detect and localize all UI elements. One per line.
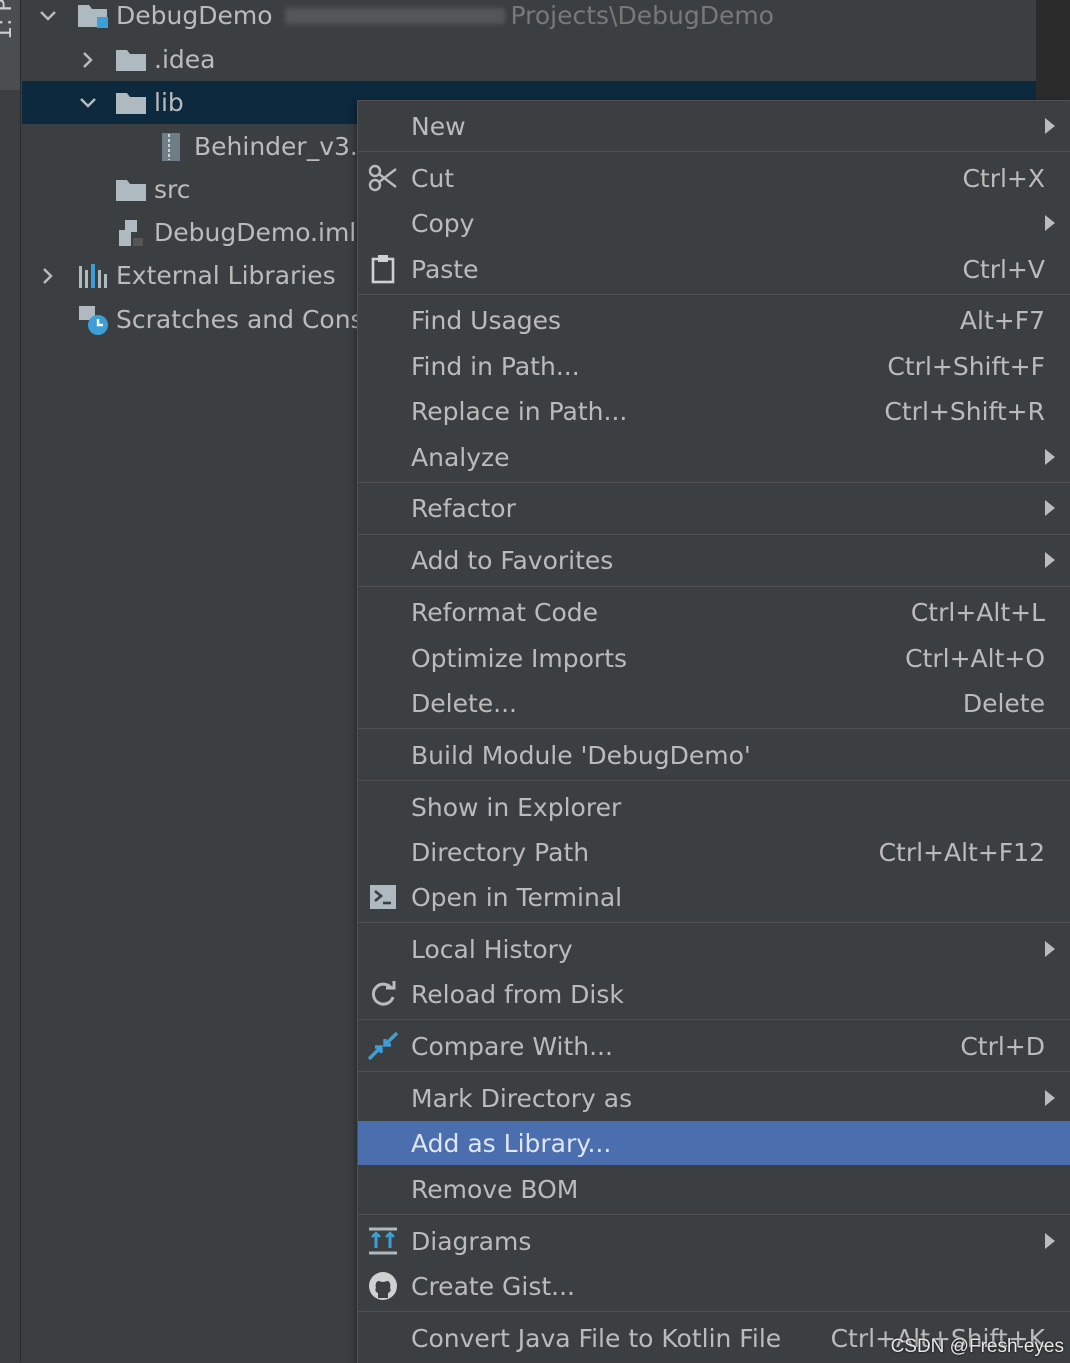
menu-item-optimize-imports[interactable]: Optimize Imports Ctrl+Alt+O [358,636,1070,680]
menu-shortcut: Delete [962,688,1045,718]
menu-item-mark-directory-as[interactable]: Mark Directory as [358,1076,1070,1120]
menu-item-build-module[interactable]: Build Module 'DebugDemo' [358,733,1070,777]
menu-shortcut: Ctrl+Alt+L [910,597,1045,627]
submenu-arrow-icon [1045,449,1055,465]
tree-item-label: Behinder_v3.0 [194,132,374,161]
scissors-icon [366,161,400,195]
submenu-arrow-icon [1045,1090,1055,1106]
github-icon [366,1269,400,1303]
menu-shortcut: Ctrl+Shift+F [887,351,1045,381]
module-file-icon [114,218,148,248]
editor-edge [1036,0,1070,100]
terminal-icon [366,880,400,914]
libraries-icon [76,261,110,291]
menu-item-reload-from-disk[interactable]: Reload from Disk [358,972,1070,1016]
menu-separator [358,586,1070,587]
chevron-right-icon[interactable] [76,48,100,72]
tree-root-path: Projects\DebugDemo [510,1,774,30]
menu-item-paste[interactable]: Paste Ctrl+V [358,247,1070,291]
menu-separator [358,922,1070,923]
submenu-arrow-icon [1045,552,1055,568]
redacted-path [284,7,505,24]
menu-shortcut: Ctrl+X [962,163,1045,193]
tree-item-label: DebugDemo.iml [154,218,357,247]
menu-separator [358,482,1070,483]
tree-item-label: External Libraries [116,261,336,290]
submenu-arrow-icon [1045,118,1055,134]
submenu-arrow-icon [1045,941,1055,957]
menu-item-remove-bom[interactable]: Remove BOM [358,1167,1070,1211]
menu-separator [358,1214,1070,1215]
menu-item-diagrams[interactable]: Diagrams [358,1219,1070,1263]
menu-item-local-history[interactable]: Local History [358,927,1070,971]
menu-shortcut: Ctrl+V [962,254,1045,284]
menu-shortcut: Ctrl+Alt+F12 [878,837,1045,867]
project-tool-tab-label: 1: Pro [0,0,17,40]
tree-row-root[interactable]: DebugDemo Projects\DebugDemo [22,0,1036,37]
chevron-right-icon[interactable] [36,264,60,288]
menu-item-open-in-terminal[interactable]: Open in Terminal [358,875,1070,919]
menu-item-create-gist[interactable]: Create Gist... [358,1264,1070,1308]
jar-file-icon [154,132,188,162]
tree-item-label: .idea [154,45,216,74]
refresh-icon [366,977,400,1011]
module-folder-icon [76,1,110,31]
project-tool-strip[interactable]: 1: Pro [0,0,21,1362]
menu-item-copy[interactable]: Copy [358,201,1070,245]
folder-icon [114,45,148,75]
menu-separator [358,294,1070,295]
menu-shortcut: Ctrl+Alt+O [905,643,1045,673]
menu-separator [358,728,1070,729]
context-menu[interactable]: New Cut Ctrl+X Copy Paste Ctrl+V Find Us… [357,100,1070,1363]
menu-separator [358,780,1070,781]
tree-item-label: lib [154,88,184,117]
menu-item-reformat-code[interactable]: Reformat Code Ctrl+Alt+L [358,590,1070,634]
clipboard-icon [366,252,400,286]
tree-item-label: src [154,175,191,204]
folder-icon [114,88,148,118]
chevron-down-icon[interactable] [76,91,100,115]
menu-shortcut: Alt+F7 [959,305,1045,335]
menu-shortcut: Ctrl+D [960,1031,1045,1061]
menu-separator [358,151,1070,152]
menu-item-refactor[interactable]: Refactor [358,486,1070,530]
menu-item-new[interactable]: New [358,104,1070,148]
scratches-icon [76,305,110,335]
tree-row-idea[interactable]: .idea [22,38,1036,81]
menu-item-compare-with[interactable]: Compare With... Ctrl+D [358,1024,1070,1068]
submenu-arrow-icon [1045,500,1055,516]
menu-item-show-in-explorer[interactable]: Show in Explorer [358,785,1070,829]
submenu-arrow-icon [1045,215,1055,231]
diagram-icon [366,1224,400,1258]
menu-item-replace-in-path[interactable]: Replace in Path... Ctrl+Shift+R [358,389,1070,433]
compare-icon [366,1029,400,1063]
chevron-down-icon[interactable] [36,4,60,28]
menu-item-delete[interactable]: Delete... Delete [358,681,1070,725]
menu-item-directory-path[interactable]: Directory Path Ctrl+Alt+F12 [358,830,1070,874]
submenu-arrow-icon [1045,1233,1055,1249]
menu-shortcut: Ctrl+Shift+R [884,396,1045,426]
menu-item-analyze[interactable]: Analyze [358,435,1070,479]
folder-icon [114,175,148,205]
tree-root-label: DebugDemo [116,1,273,30]
menu-item-find-in-path[interactable]: Find in Path... Ctrl+Shift+F [358,344,1070,388]
menu-separator [358,1071,1070,1072]
menu-item-find-usages[interactable]: Find Usages Alt+F7 [358,298,1070,342]
watermark: CSDN @Fresh-eyes [890,1336,1064,1357]
menu-separator [358,534,1070,535]
menu-separator [358,1019,1070,1020]
menu-item-add-as-library[interactable]: Add as Library... [358,1121,1070,1165]
menu-separator [358,1311,1070,1312]
menu-item-cut[interactable]: Cut Ctrl+X [358,156,1070,200]
menu-item-add-to-favorites[interactable]: Add to Favorites [358,538,1070,582]
